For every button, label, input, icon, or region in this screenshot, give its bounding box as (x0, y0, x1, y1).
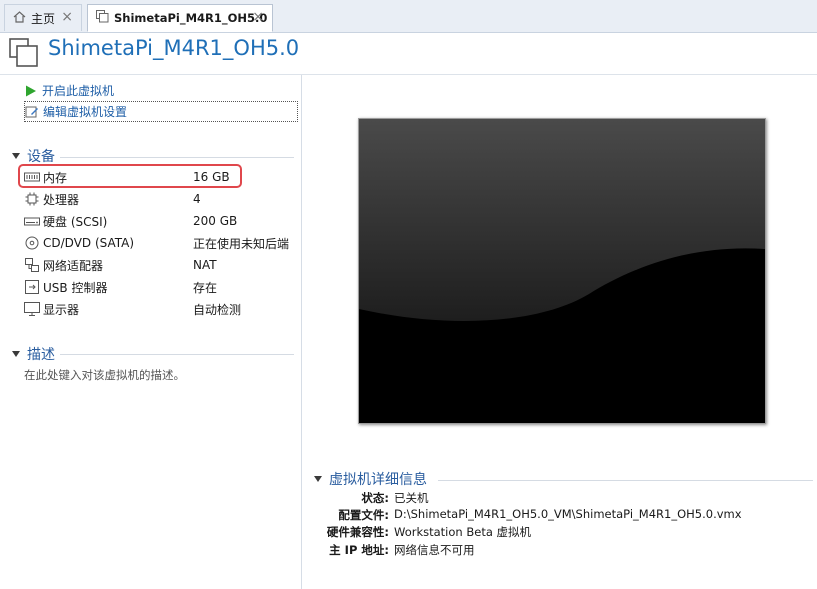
tab-vm-label: ShimetaPi_M4R1_OH5.0 (114, 11, 268, 25)
power-on-button[interactable]: 开启此虚拟机 (24, 81, 114, 100)
vm-details-heading: 虚拟机详细信息 (329, 472, 427, 488)
tab-home[interactable]: 主页 × (4, 4, 82, 31)
vm-tab-icon (96, 10, 109, 26)
close-icon[interactable]: × (61, 10, 73, 24)
hard-disk-icon (24, 214, 40, 228)
device-value: 4 (193, 192, 201, 206)
device-label: 处理器 (43, 192, 80, 207)
display-icon (24, 302, 40, 316)
detail-key-hardware-compat: 硬件兼容性: (326, 525, 389, 539)
home-icon (13, 10, 26, 26)
detail-value-ip-address: 网络信息不可用 (394, 543, 475, 557)
cpu-icon (24, 192, 40, 206)
device-label: 硬盘 (SCSI) (43, 214, 108, 229)
device-value: NAT (193, 258, 217, 272)
cd-dvd-icon (24, 236, 40, 250)
device-label: 内存 (43, 170, 68, 185)
tab-home-label: 主页 (31, 11, 56, 26)
collapse-arrow-icon (314, 476, 322, 482)
vm-details-section-toggle[interactable]: 虚拟机详细信息 (314, 469, 427, 489)
edit-settings-icon (25, 105, 39, 119)
device-row-hard-disk[interactable]: 硬盘 (SCSI) 200 GB (24, 211, 294, 231)
play-icon (24, 84, 38, 98)
detail-key-ip-address: 主 IP 地址: (329, 543, 389, 557)
power-on-label: 开启此虚拟机 (42, 84, 115, 98)
device-label: CD/DVD (SATA) (43, 236, 135, 250)
vm-preview-thumbnail[interactable] (358, 118, 766, 424)
divider (438, 480, 813, 481)
detail-key-status: 状态: (361, 491, 389, 505)
description-field[interactable]: 在此处键入对该虚拟机的描述。 (24, 367, 185, 383)
device-row-memory[interactable]: 内存 16 GB (24, 167, 294, 187)
divider (60, 157, 294, 158)
edit-settings-button[interactable]: 编辑虚拟机设置 (24, 101, 298, 122)
divider (60, 354, 294, 355)
tab-vm[interactable]: ShimetaPi_M4R1_OH5.0 × (87, 4, 273, 32)
device-row-network[interactable]: 网络适配器 NAT (24, 255, 294, 275)
detail-value-hardware-compat: Workstation Beta 虚拟机 (394, 525, 532, 539)
detail-key-config-file: 配置文件: (338, 508, 389, 522)
description-section-toggle[interactable]: 描述 (12, 344, 55, 364)
vm-icon (9, 38, 39, 68)
device-row-cpu[interactable]: 处理器 4 (24, 189, 294, 209)
detail-value-config-file: D:\ShimetaPi_M4R1_OH5.0_VM\ShimetaPi_M4R… (394, 507, 742, 521)
device-row-display[interactable]: 显示器 自动检测 (24, 299, 294, 319)
device-value: 正在使用未知后端 (193, 236, 290, 251)
collapse-arrow-icon (12, 351, 20, 357)
devices-heading: 设备 (27, 149, 55, 165)
detail-value-status: 已关机 (394, 491, 429, 505)
memory-icon (24, 170, 40, 184)
device-label: 网络适配器 (43, 258, 104, 273)
device-value: 200 GB (193, 214, 238, 228)
collapse-arrow-icon (12, 153, 20, 159)
device-label: USB 控制器 (43, 280, 108, 295)
device-value: 16 GB (193, 170, 230, 184)
device-label: 显示器 (43, 302, 80, 317)
description-heading: 描述 (27, 347, 55, 363)
device-row-cd-dvd[interactable]: CD/DVD (SATA) 正在使用未知后端 (24, 233, 294, 253)
device-row-usb[interactable]: USB 控制器 存在 (24, 277, 294, 297)
close-icon[interactable]: × (252, 10, 264, 24)
page-title: ShimetaPi_M4R1_OH5.0 (48, 36, 300, 60)
devices-section-toggle[interactable]: 设备 (12, 146, 55, 166)
network-adapter-icon (24, 258, 40, 272)
edit-settings-label: 编辑虚拟机设置 (43, 105, 128, 119)
usb-icon (24, 280, 40, 294)
device-value: 自动检测 (193, 302, 242, 317)
device-value: 存在 (193, 280, 218, 295)
